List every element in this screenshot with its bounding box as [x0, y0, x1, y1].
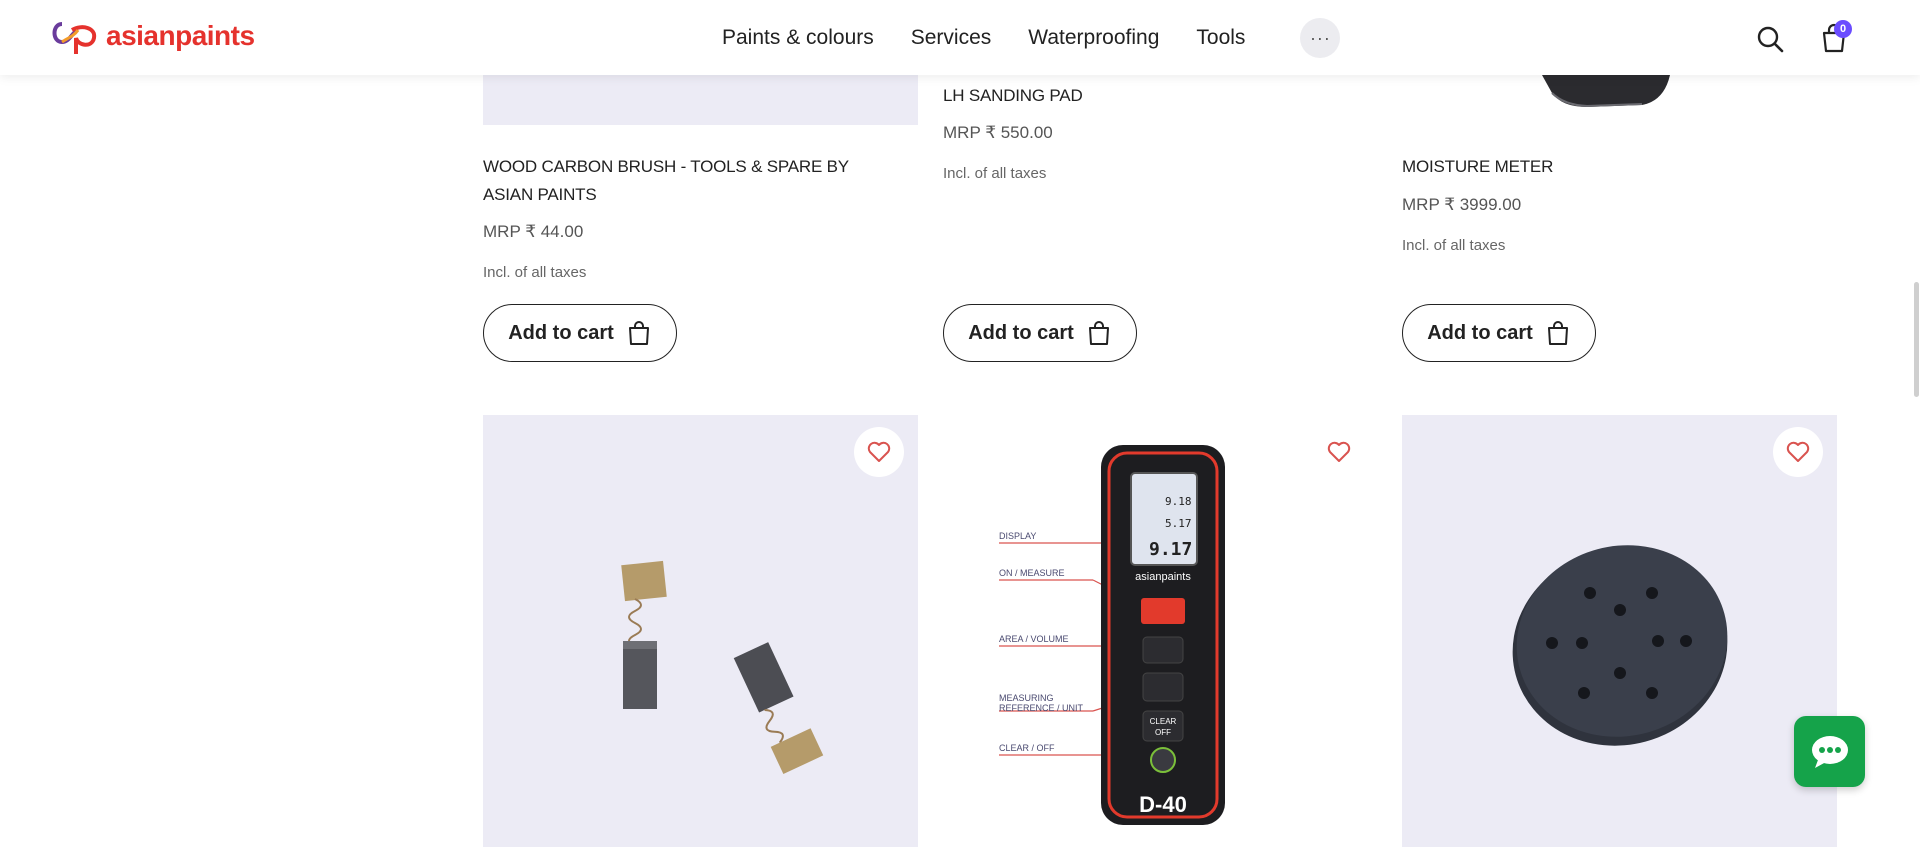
heart-icon [867, 441, 891, 462]
shopping-bag-icon [1088, 321, 1109, 345]
chat-bubble-icon [1811, 735, 1848, 768]
product-price: MRP ₹ 3999.00 [1402, 195, 1522, 214]
tax-note: Incl. of all taxes [1402, 237, 1506, 254]
product-title[interactable]: WOOD CARBON BRUSH - TOOLS & SPARE BY ASI… [483, 153, 883, 209]
product-image-wood-carbon-brush[interactable] [483, 75, 918, 125]
asianpaints-logo[interactable]: asianpaints [48, 16, 255, 56]
heart-icon [1327, 441, 1351, 462]
callout-display: DISPLAY [999, 531, 1036, 541]
logo-text: asianpaints [106, 20, 255, 51]
add-to-cart-label: Add to cart [1427, 321, 1533, 344]
screen-reading-1: 9.18 [1165, 495, 1192, 508]
tax-note: Incl. of all taxes [483, 264, 587, 281]
product-image-sanding-pad[interactable] [1402, 415, 1837, 847]
add-to-cart-label: Add to cart [508, 321, 614, 344]
sanding-pad-illustration [1512, 545, 1728, 746]
logo-mark-icon [52, 22, 97, 54]
heart-icon [1786, 441, 1810, 462]
callout-measuring: MEASURING [999, 693, 1054, 703]
shopping-bag-icon [1547, 321, 1568, 345]
add-to-cart-button[interactable]: Add to cart [483, 304, 677, 362]
add-to-cart-button[interactable]: Add to cart [1402, 304, 1596, 362]
screen-reading-3: 9.17 [1149, 539, 1192, 560]
key-clear-label: CLEAR [1150, 717, 1177, 726]
chat-button[interactable] [1794, 716, 1865, 787]
laser-meter-illustration: DISPLAY ON / MEASURE AREA / VOLUME MEASU… [999, 445, 1225, 825]
callout-clear-off: CLEAR / OFF [999, 743, 1055, 753]
nav-services[interactable]: Services [911, 26, 992, 50]
product-image-carbon-brush[interactable] [483, 415, 918, 847]
search-icon[interactable] [1756, 25, 1784, 53]
device-model: D-40 [1139, 792, 1187, 817]
nav-waterproofing[interactable]: Waterproofing [1028, 26, 1159, 50]
wishlist-button[interactable] [1773, 427, 1823, 477]
callout-area-volume: AREA / VOLUME [999, 634, 1069, 644]
device-brand: asianpaints [1135, 571, 1191, 583]
callout-reference-unit: REFERENCE / UNIT [999, 703, 1084, 713]
wishlist-button[interactable] [854, 427, 904, 477]
nav-tools[interactable]: Tools [1196, 26, 1245, 50]
tax-note: Incl. of all taxes [943, 165, 1047, 182]
moisture-meter-image[interactable] [1402, 75, 1837, 115]
add-to-cart-button[interactable]: Add to cart [943, 304, 1137, 362]
product-image-laser-distance-meter[interactable]: DISPLAY ON / MEASURE AREA / VOLUME MEASU… [943, 415, 1378, 847]
product-price: MRP ₹ 44.00 [483, 222, 584, 241]
site-header: asianpaints Paints & colours Services Wa… [0, 0, 1920, 75]
key-off-label: OFF [1155, 728, 1171, 737]
product-price: MRP ₹ 550.00 [943, 123, 1053, 142]
screen-reading-2: 5.17 [1165, 517, 1192, 530]
nav-paints-colours[interactable]: Paints & colours [722, 26, 874, 50]
cart-count-badge: 0 [1834, 20, 1852, 38]
product-title[interactable]: MOISTURE METER [1402, 153, 1802, 181]
main-nav: Paints & colours Services Waterproofing … [722, 18, 1341, 58]
wishlist-button[interactable] [1314, 427, 1364, 477]
add-to-cart-label: Add to cart [968, 321, 1074, 344]
nav-more-button[interactable]: ··· [1300, 18, 1341, 58]
callout-on-measure: ON / MEASURE [999, 568, 1065, 578]
carbon-brush-illustration [621, 560, 824, 775]
page-scrollbar[interactable] [1914, 282, 1919, 397]
product-title[interactable]: LH SANDING PAD [943, 82, 1343, 110]
shopping-bag-icon [628, 321, 649, 345]
